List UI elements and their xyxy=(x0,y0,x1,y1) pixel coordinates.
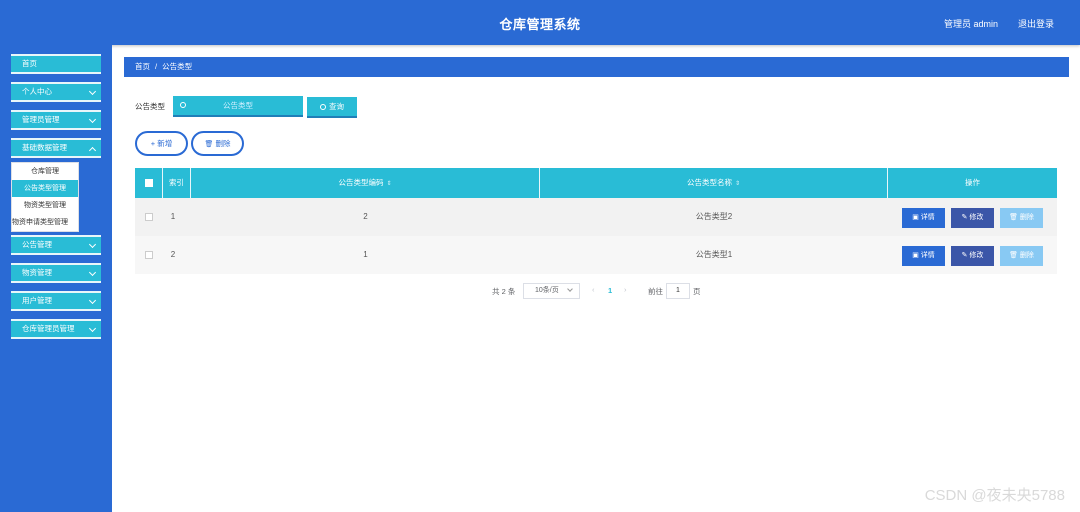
next-page-button[interactable]: › xyxy=(624,285,627,294)
breadcrumb-separator: / xyxy=(155,62,158,71)
detail-button-label: 详情 xyxy=(920,214,935,221)
detail-icon: ▣ xyxy=(912,214,919,221)
search-icon xyxy=(180,102,186,108)
prev-page-button[interactable]: ‹ xyxy=(592,285,595,294)
header-index: 索引 xyxy=(163,168,191,198)
cell-code: 2 xyxy=(363,212,368,221)
detail-button[interactable]: ▣ 详情 xyxy=(902,246,945,266)
goto-page-input[interactable]: 1 xyxy=(666,283,690,299)
sidebar-item-basic-data[interactable]: 基础数据管理 xyxy=(11,138,101,158)
header-code[interactable]: 公告类型编码 ⇕ xyxy=(191,168,540,198)
sidebar-item-material[interactable]: 物资管理 xyxy=(11,263,101,283)
query-button[interactable]: 查询 xyxy=(307,97,357,118)
breadcrumb: 首页 / 公告类型 xyxy=(124,57,1069,77)
chevron-down-icon xyxy=(88,268,97,277)
chevron-down-icon xyxy=(88,115,97,124)
edit-button[interactable]: ✎ 修改 xyxy=(951,208,994,228)
breadcrumb-current: 公告类型 xyxy=(162,62,193,71)
page-size-value: 10条/页 xyxy=(535,287,559,294)
chevron-down-icon xyxy=(88,240,97,249)
trash-icon: 🗑 xyxy=(1009,214,1018,221)
watermark: CSDN @夜未央5788 xyxy=(924,487,1065,504)
sidebar-item-label: 公告管理 xyxy=(22,240,52,249)
sidebar-item-label: 用户管理 xyxy=(22,296,52,305)
chevron-down-icon xyxy=(88,296,97,305)
table-header: 索引 公告类型编码 ⇕ 公告类型名称 ⇕ 操作 xyxy=(135,168,1057,198)
chevron-down-icon xyxy=(88,87,97,96)
chevron-up-icon xyxy=(88,146,97,155)
sort-icon[interactable]: ⇕ xyxy=(386,169,391,199)
detail-button[interactable]: ▣ 详情 xyxy=(902,208,945,228)
add-button[interactable]: + 新增 xyxy=(135,131,188,156)
cell-index: 1 xyxy=(170,212,176,221)
page-size-select[interactable]: 10条/页 xyxy=(523,283,580,299)
table-row: 1 2 公告类型2 ▣ 详情 ✎ 修改 🗑 删除 xyxy=(135,198,1057,236)
row-delete-button-label: 删除 xyxy=(1019,214,1034,221)
chevron-down-icon xyxy=(567,286,573,292)
edit-button[interactable]: ✎ 修改 xyxy=(951,246,994,266)
goto-suffix: 页 xyxy=(693,287,701,296)
trash-icon: 🗑 xyxy=(204,141,214,148)
search-icon xyxy=(320,104,326,110)
sidebar-item-home[interactable]: 首页 xyxy=(11,54,101,74)
row-delete-button-label: 删除 xyxy=(1019,252,1034,259)
sidebar-item-label: 管理员管理 xyxy=(22,115,60,124)
basic-data-submenu: 仓库管理 公告类型管理 物资类型管理 物资申请类型管理 xyxy=(11,162,79,232)
edit-icon: ✎ xyxy=(961,214,968,221)
sidebar-item-label: 基础数据管理 xyxy=(22,143,67,152)
cell-index: 2 xyxy=(170,250,176,259)
app-title: 仓库管理系统 xyxy=(499,17,581,32)
edit-icon: ✎ xyxy=(961,252,968,259)
search-input[interactable]: 公告类型 xyxy=(173,96,303,117)
submenu-item-apply-type[interactable]: 物资申请类型管理 xyxy=(11,214,78,231)
sidebar-item-label: 个人中心 xyxy=(22,87,52,96)
detail-icon: ▣ xyxy=(912,252,919,259)
edit-button-label: 修改 xyxy=(969,252,984,259)
delete-button-label: 删除 xyxy=(215,139,231,148)
sidebar-item-label: 物资管理 xyxy=(22,268,52,277)
submenu-item-notice-type[interactable]: 公告类型管理 xyxy=(12,180,78,197)
header-actions: 操作 xyxy=(965,178,980,187)
page-number[interactable]: 1 xyxy=(608,286,612,295)
select-all-checkbox[interactable] xyxy=(145,179,153,187)
row-delete-button[interactable]: 🗑 删除 xyxy=(1000,246,1043,266)
header-name-label: 公告类型名称 xyxy=(686,178,732,187)
header-checkbox-cell xyxy=(135,168,163,198)
submenu-item-warehouse[interactable]: 仓库管理 xyxy=(12,163,78,180)
chevron-down-icon xyxy=(88,324,97,333)
query-button-label: 查询 xyxy=(329,102,344,111)
breadcrumb-home[interactable]: 首页 xyxy=(135,62,150,71)
delete-button[interactable]: 🗑 删除 xyxy=(191,131,244,156)
search-label: 公告类型 xyxy=(135,102,165,111)
header-code-label: 公告类型编码 xyxy=(338,178,384,187)
detail-button-label: 详情 xyxy=(920,252,935,259)
trash-icon: 🗑 xyxy=(1009,252,1018,259)
submenu-item-material-type[interactable]: 物资类型管理 xyxy=(12,197,78,214)
top-header: 仓库管理系统 管理员 admin 退出登录 xyxy=(0,0,1080,45)
cell-name: 公告类型1 xyxy=(695,250,733,259)
sidebar-item-warehouse-admin[interactable]: 仓库管理员管理 xyxy=(11,319,101,339)
sidebar-item-admin[interactable]: 管理员管理 xyxy=(11,110,101,130)
logout-link[interactable]: 退出登录 xyxy=(1018,17,1054,30)
pagination-total: 共 2 条 xyxy=(492,287,516,296)
sidebar-item-label: 仓库管理员管理 xyxy=(22,324,75,333)
sidebar-item-users[interactable]: 用户管理 xyxy=(11,291,101,311)
search-placeholder: 公告类型 xyxy=(223,101,253,110)
cell-code: 1 xyxy=(363,250,368,259)
current-user: 管理员 admin xyxy=(943,19,998,29)
edit-button-label: 修改 xyxy=(969,214,984,221)
sort-icon[interactable]: ⇕ xyxy=(735,169,740,199)
sidebar-item-label: 首页 xyxy=(22,59,37,68)
cell-name: 公告类型2 xyxy=(695,212,733,221)
sidebar-item-notice[interactable]: 公告管理 xyxy=(11,235,101,255)
row-checkbox[interactable] xyxy=(145,251,153,259)
row-delete-button[interactable]: 🗑 删除 xyxy=(1000,208,1043,228)
table-row: 2 1 公告类型1 ▣ 详情 ✎ 修改 🗑 删除 xyxy=(135,236,1057,274)
header-name[interactable]: 公告类型名称 ⇕ xyxy=(540,168,888,198)
sidebar-item-profile[interactable]: 个人中心 xyxy=(11,82,101,102)
row-checkbox[interactable] xyxy=(145,213,153,221)
goto-label: 前往 xyxy=(648,287,663,296)
